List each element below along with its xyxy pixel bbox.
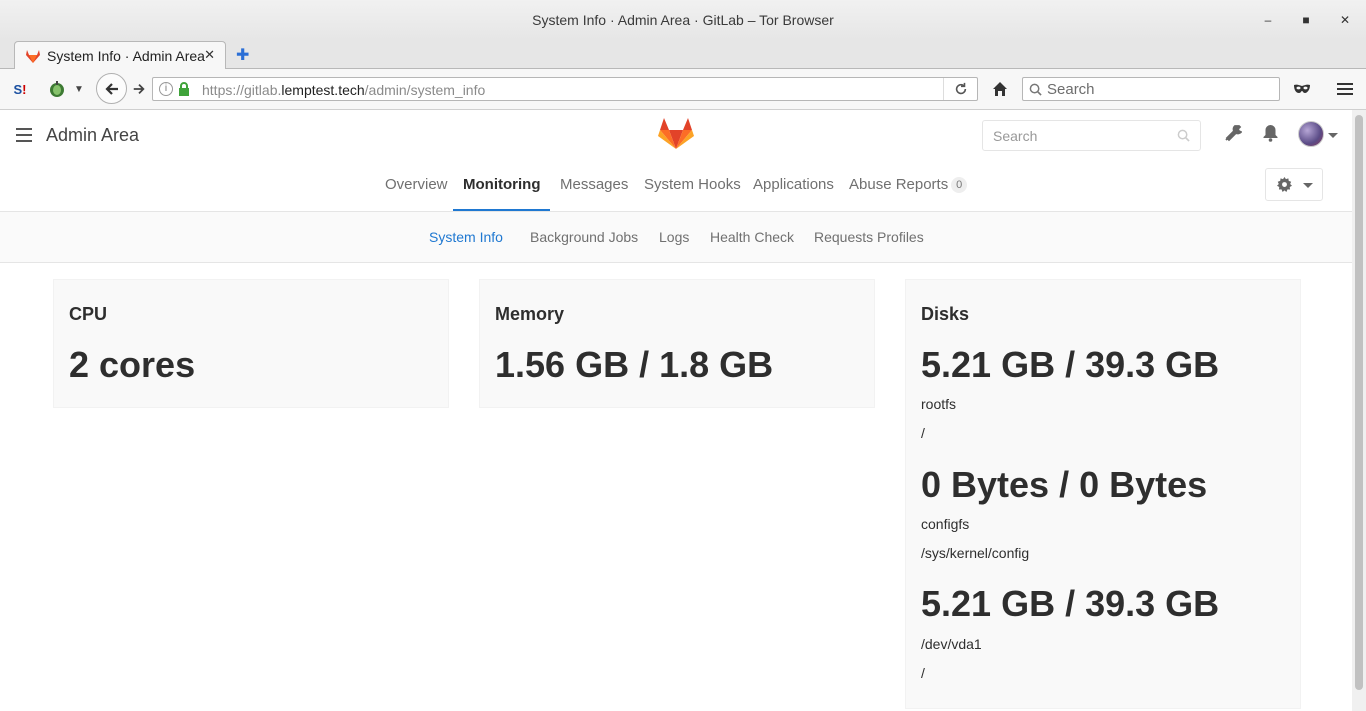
sidebar-toggle-icon[interactable]: [16, 128, 32, 142]
admin-nav-tabs: Overview Monitoring Messages System Hook…: [0, 160, 1352, 212]
reload-button[interactable]: [943, 78, 977, 100]
subtab-requests-profiles[interactable]: Requests Profiles: [814, 229, 924, 245]
disk-usage: 5.21 GB / 39.3 GB: [921, 344, 1220, 385]
browser-tabbar: System Info · Admin Area · GitLab ✕ ✚: [0, 40, 1366, 70]
reload-icon: [955, 82, 966, 95]
active-tab-indicator: [453, 209, 550, 211]
memory-card: Memory 1.56 GB / 1.8 GB: [479, 279, 875, 408]
home-button[interactable]: [990, 79, 1010, 99]
abuse-reports-count-badge: 0: [951, 177, 968, 193]
disk-device: /dev/vda1: [921, 636, 982, 652]
hamburger-menu-icon: [1337, 83, 1353, 95]
back-button[interactable]: [96, 73, 127, 104]
monitoring-subtabs: System Info Background Jobs Logs Health …: [0, 212, 1352, 263]
maximize-icon[interactable]: ■: [1298, 12, 1314, 28]
subtab-background-jobs[interactable]: Background Jobs: [530, 229, 638, 245]
close-window-icon[interactable]: ✕: [1337, 12, 1353, 28]
tab-messages[interactable]: Messages: [560, 176, 628, 193]
disk-mount: /: [921, 425, 925, 441]
gitlab-search-input[interactable]: Search: [982, 120, 1201, 151]
disk-mount: /: [921, 665, 925, 681]
forward-button[interactable]: [130, 79, 148, 99]
window-titlebar: System Info · Admin Area · GitLab – Tor …: [0, 0, 1366, 40]
memory-title: Memory: [495, 304, 565, 324]
noscript-icon[interactable]: S!: [10, 79, 30, 99]
browser-navbar: S! ▼ i https://gitlab.lemptest.tech/admi…: [0, 69, 1366, 110]
new-tab-icon[interactable]: ✚: [236, 45, 249, 65]
disk-usage: 5.21 GB / 39.3 GB: [921, 583, 1220, 624]
disk-device: configfs: [921, 516, 970, 532]
cpu-title: CPU: [69, 304, 108, 324]
browser-menu-button[interactable]: [1336, 79, 1354, 99]
wrench-icon[interactable]: [1224, 124, 1242, 142]
tab-monitoring[interactable]: Monitoring: [463, 176, 540, 193]
tab-system-hooks[interactable]: System Hooks: [644, 176, 741, 193]
browser-tab[interactable]: System Info · Admin Area · GitLab ✕: [14, 41, 226, 70]
gitlab-header: Admin Area Search: [0, 110, 1352, 160]
subtab-logs[interactable]: Logs: [659, 229, 689, 245]
cpu-value: 2 cores: [69, 344, 196, 385]
disk-usage: 0 Bytes / 0 Bytes: [921, 464, 1208, 505]
tor-onion-icon[interactable]: [46, 79, 68, 99]
bell-icon[interactable]: [1262, 124, 1279, 142]
cpu-card: CPU 2 cores: [53, 279, 449, 408]
subtab-health-check[interactable]: Health Check: [710, 229, 794, 245]
lock-icon: [179, 82, 189, 96]
page-scrollbar[interactable]: [1352, 110, 1366, 711]
search-icon: [1177, 129, 1190, 142]
scrollbar-thumb[interactable]: [1355, 115, 1363, 690]
disk-mount: /sys/kernel/config: [921, 545, 1030, 561]
tab-overview[interactable]: Overview: [385, 176, 448, 193]
page-title[interactable]: Admin Area: [46, 125, 139, 146]
browser-search-placeholder: Search: [1047, 81, 1095, 98]
minimize-icon[interactable]: –: [1260, 12, 1276, 28]
disk-device: rootfs: [921, 396, 957, 412]
user-menu-chevron-down-icon[interactable]: [1328, 133, 1338, 138]
subtab-system-info[interactable]: System Info: [429, 229, 503, 245]
url-bar[interactable]: i https://gitlab.lemptest.tech/admin/sys…: [152, 77, 978, 101]
home-icon: [993, 82, 1007, 96]
close-tab-icon[interactable]: ✕: [204, 47, 215, 63]
browser-search-input[interactable]: Search: [1022, 77, 1280, 101]
settings-dropdown-button[interactable]: [1265, 168, 1323, 201]
back-arrow-icon: [104, 82, 118, 95]
forward-arrow-icon: [133, 84, 145, 94]
url-text: https://gitlab.lemptest.tech/admin/syste…: [202, 82, 486, 98]
browser-tab-title: System Info · Admin Area · GitLab: [47, 48, 207, 64]
tab-abuse-reports-label: Abuse Reports: [849, 176, 949, 193]
private-mask-icon[interactable]: [1292, 79, 1312, 99]
tor-menu-chevron-icon[interactable]: ▼: [72, 79, 86, 99]
memory-value: 1.56 GB / 1.8 GB: [495, 344, 774, 385]
disks-title: Disks: [921, 304, 970, 324]
gitlab-logo-icon[interactable]: [658, 116, 694, 152]
search-icon: [1029, 83, 1042, 96]
gear-icon: [1277, 177, 1292, 192]
window-title: System Info · Admin Area · GitLab – Tor …: [532, 12, 834, 28]
gitlab-favicon-icon: [26, 50, 40, 63]
gitlab-search-placeholder: Search: [993, 128, 1038, 144]
chevron-down-icon: [1303, 183, 1313, 188]
tab-applications[interactable]: Applications: [753, 176, 834, 193]
gitlab-page: Admin Area Search Overview Monitoring Me…: [0, 110, 1352, 711]
user-avatar[interactable]: [1298, 121, 1324, 147]
site-info-icon[interactable]: i: [159, 82, 173, 96]
disks-card: Disks 5.21 GB / 39.3 GB rootfs / 0 Bytes…: [905, 279, 1301, 709]
tab-abuse-reports[interactable]: Abuse Reports 0: [849, 176, 968, 193]
